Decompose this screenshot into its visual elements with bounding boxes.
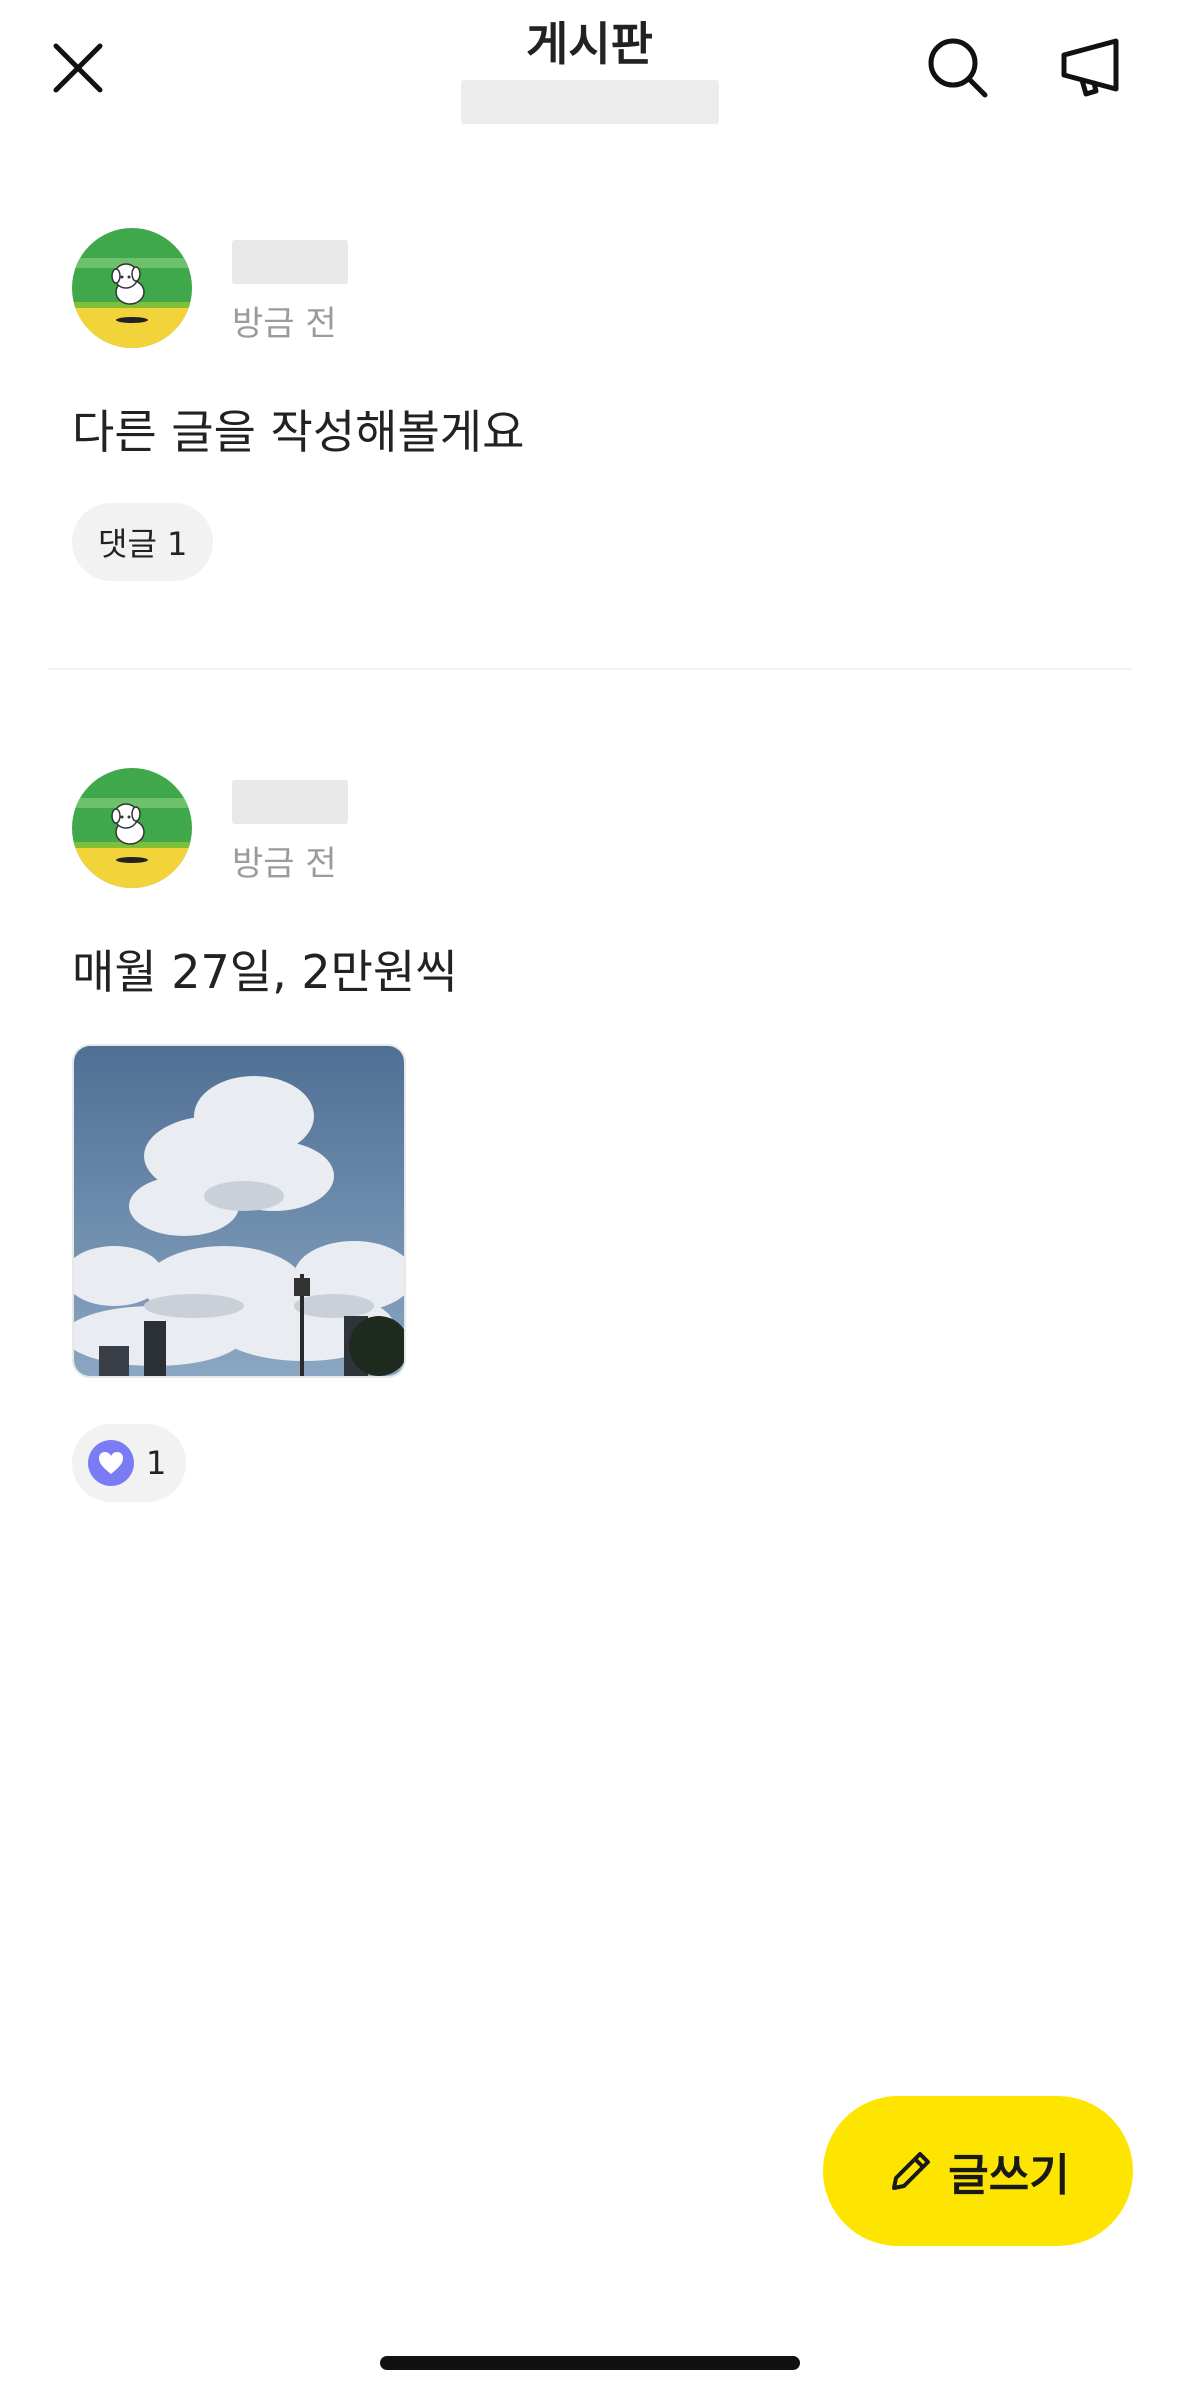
header: 게시판 <box>0 0 1179 140</box>
board-name-redacted <box>461 80 719 124</box>
search-icon <box>928 38 988 98</box>
post-text[interactable]: 매월 27일, 2만원씩 <box>72 936 458 1002</box>
home-indicator <box>380 2356 800 2370</box>
heart-icon <box>88 1440 134 1486</box>
author-name-redacted <box>232 780 348 824</box>
write-button-label: 글쓰기 <box>948 2150 1070 2201</box>
post-divider <box>48 668 1132 670</box>
post-time: 방금 전 <box>232 304 337 344</box>
page-title: 게시판 <box>526 17 653 71</box>
avatar-image <box>72 768 192 888</box>
pencil-icon <box>886 2146 936 2196</box>
post-image-thumbnail[interactable] <box>72 1044 406 1378</box>
avatar-image <box>72 228 192 348</box>
megaphone-icon <box>1061 38 1119 97</box>
author-name-redacted <box>232 240 348 284</box>
comment-count-chip[interactable]: 댓글 1 <box>72 503 214 581</box>
like-reaction-chip[interactable]: 1 <box>72 1424 187 1502</box>
notice-button[interactable] <box>1050 28 1132 108</box>
avatar[interactable] <box>72 768 192 888</box>
avatar[interactable] <box>72 228 192 348</box>
search-button[interactable] <box>918 28 998 108</box>
post-time: 방금 전 <box>232 844 337 884</box>
write-post-button[interactable]: 글쓰기 <box>823 2096 1133 2246</box>
like-count: 1 <box>146 1444 167 1482</box>
sky-clouds-image <box>74 1046 404 1376</box>
post-text[interactable]: 다른 글을 작성해볼게요 <box>72 396 524 462</box>
